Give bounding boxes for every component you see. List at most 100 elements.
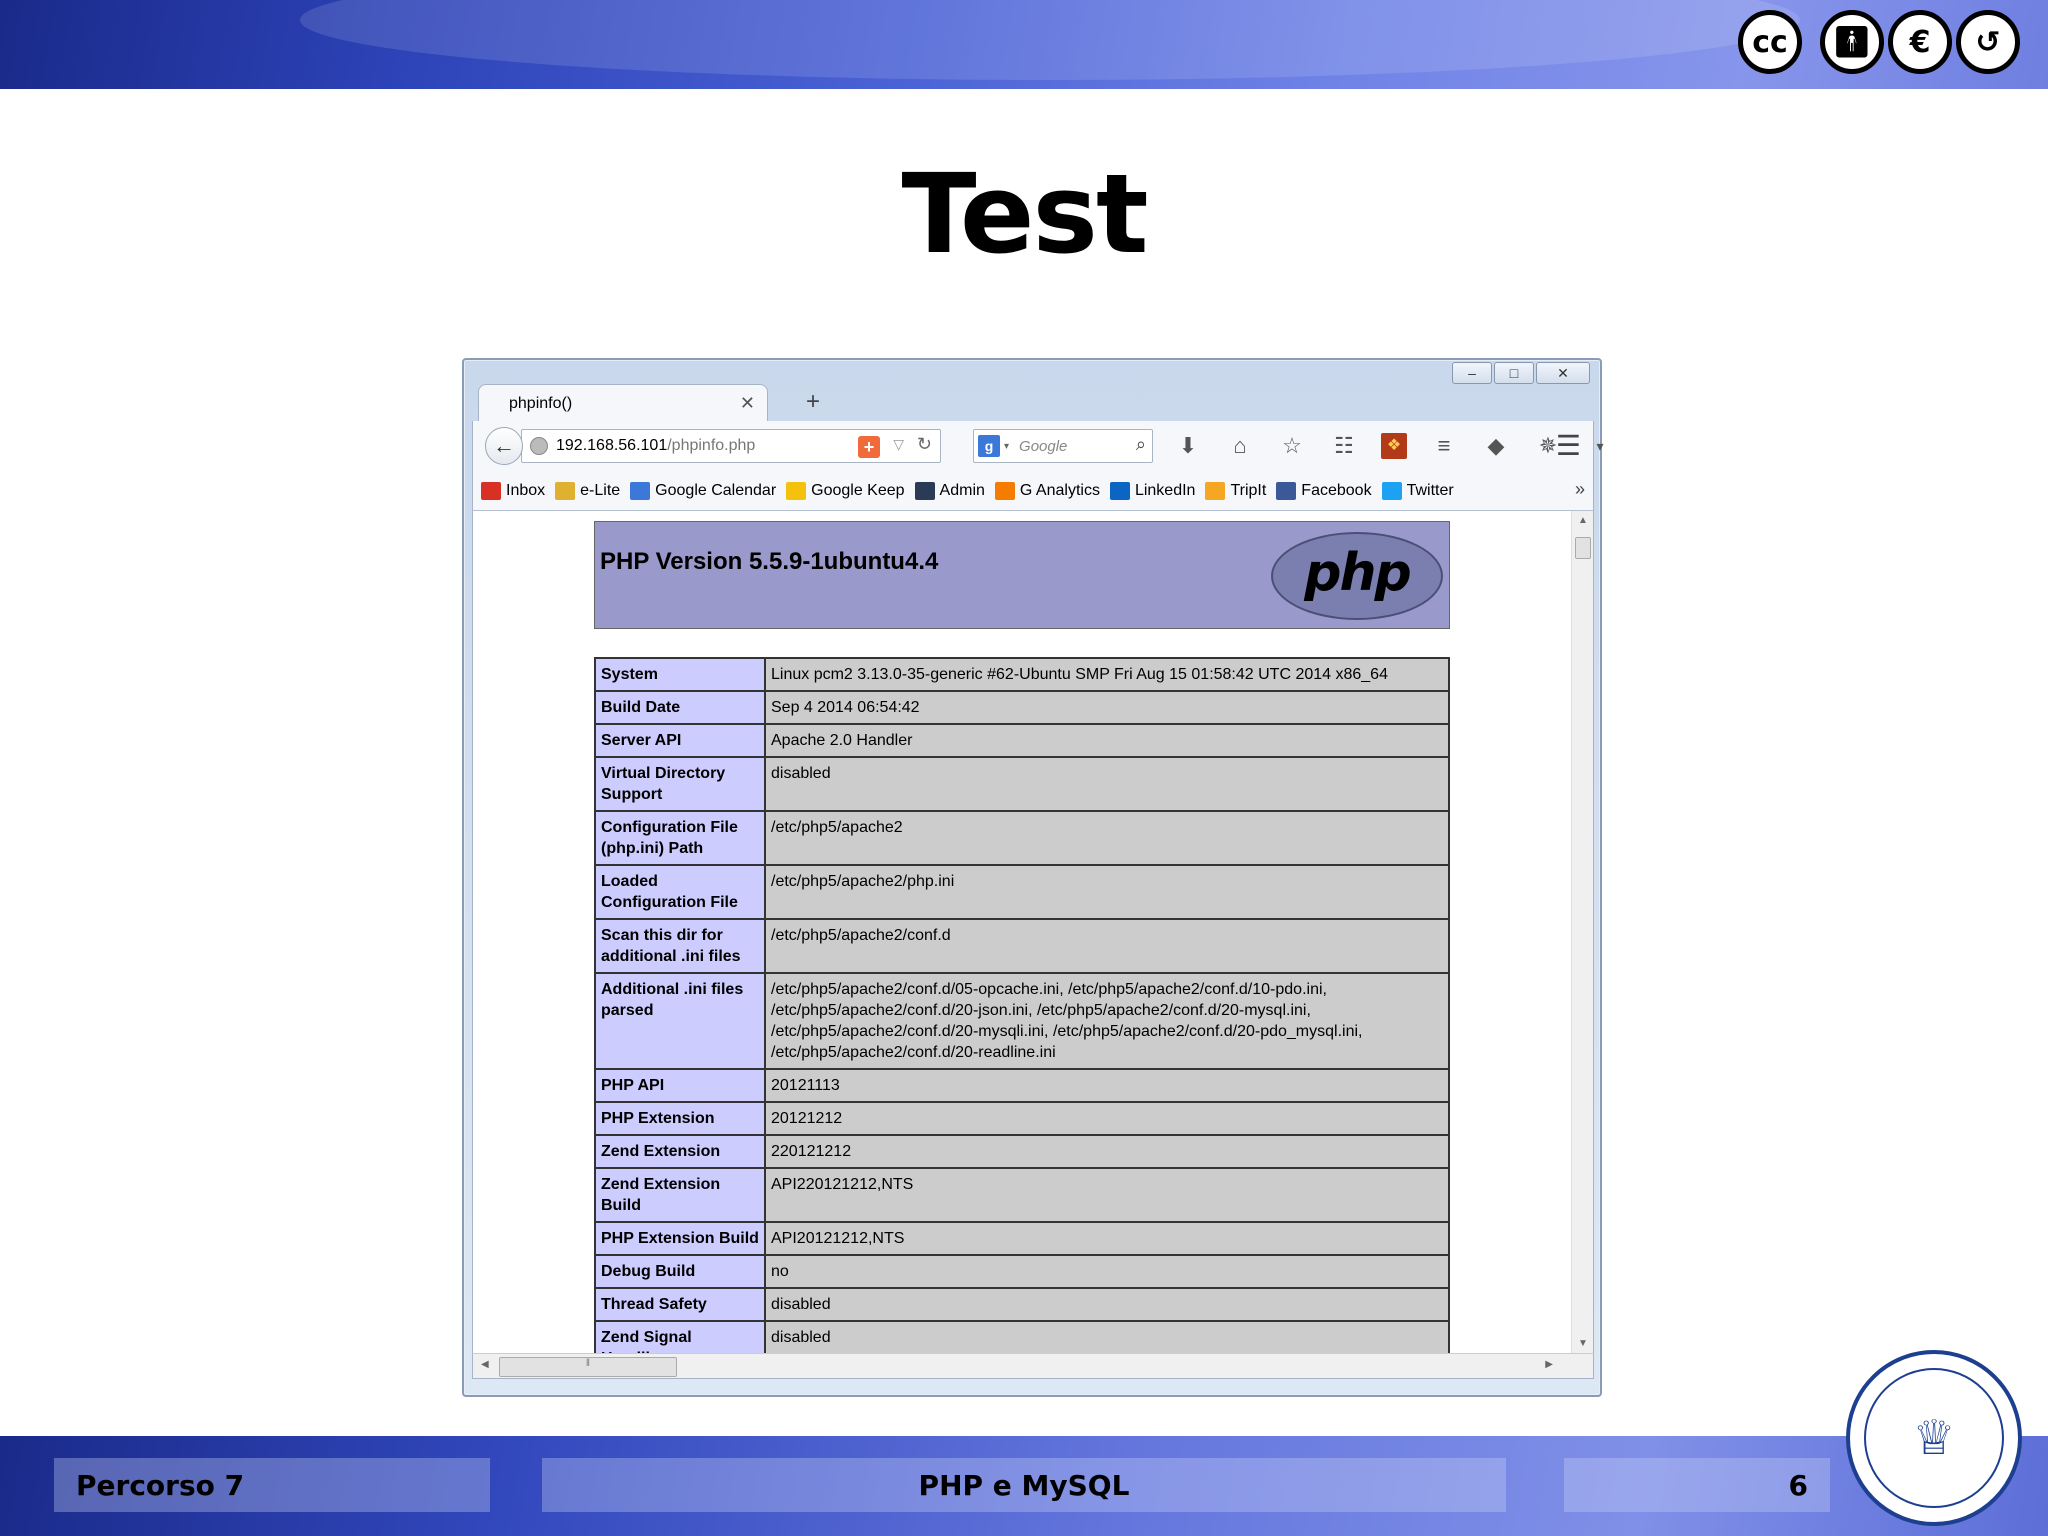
reload-icon[interactable]: ↻ <box>917 434 932 455</box>
addon-plus-icon[interactable]: + <box>858 436 880 458</box>
row-key: Zend Extension Build <box>594 1167 766 1223</box>
row-key: Additional .ini files parsed <box>594 972 766 1070</box>
page-content: PHP Version 5.5.9-1ubuntu4.4 php System L… <box>472 511 1594 1353</box>
maximize-button[interactable]: □ <box>1494 362 1534 384</box>
footer-title: PHP e MySQL <box>542 1458 1506 1512</box>
bookmark-label: e-Lite <box>580 481 621 499</box>
row-key: Virtual Directory Support <box>594 756 766 812</box>
table-row: Zend Extension 220121212 <box>594 1134 1450 1169</box>
phpinfo-header: PHP Version 5.5.9-1ubuntu4.4 php <box>594 521 1450 629</box>
table-row: Scan this dir for additional .ini files /… <box>594 918 1450 974</box>
bookmark-item[interactable]: e-Lite <box>555 481 621 500</box>
vertical-scrollbar[interactable]: ▲ ▼ <box>1571 511 1593 1353</box>
table-row: Additional .ini files parsed/etc/php5/ap… <box>594 972 1450 1070</box>
bookmark-label: Google Calendar <box>655 481 777 499</box>
university-seal-icon: ♕ <box>1846 1350 2022 1526</box>
search-icon[interactable]: ⌕ <box>1136 434 1146 455</box>
home-icon[interactable]: ⌂ <box>1225 431 1255 461</box>
row-value: 20121113 <box>764 1068 1450 1103</box>
bookmarks-overflow-icon[interactable]: » <box>1575 479 1585 500</box>
facebook-icon <box>1276 481 1297 500</box>
row-key: Configuration File (php.ini) Path <box>594 810 766 866</box>
chevron-down-icon[interactable]: ▽ <box>893 436 904 453</box>
table-row: Debug Build no <box>594 1254 1450 1289</box>
row-value: /etc/php5/apache2/php.ini <box>764 864 1450 920</box>
table-row: Build Date Sep 4 2014 06:54:42 <box>594 690 1450 725</box>
row-key: PHP API <box>594 1068 766 1103</box>
bookmark-item[interactable]: Google Keep <box>786 481 905 500</box>
scroll-down-icon[interactable]: ▼ <box>1578 1338 1588 1349</box>
tab-phpinfo[interactable]: phpinfo() ✕ <box>478 384 768 422</box>
bookmark-label: Inbox <box>506 481 546 499</box>
attribution-icon: 🚹︎ <box>1820 10 1884 74</box>
footer-course: Percorso 7 <box>54 1458 490 1512</box>
pocket-icon[interactable]: ◆ <box>1481 431 1511 461</box>
php-logo: php <box>1271 532 1443 620</box>
bookmark-label: Facebook <box>1301 481 1372 499</box>
bookmark-item[interactable]: G Analytics <box>994 481 1100 500</box>
url-bar[interactable]: 192.168.56.101/phpinfo.php + ▽ ↻ <box>521 429 941 463</box>
table-row: Loaded Configuration File/etc/php5/apach… <box>594 864 1450 920</box>
bookmark-item[interactable]: Inbox <box>481 481 546 500</box>
bookmark-item[interactable]: LinkedIn <box>1109 481 1196 500</box>
tab-title: phpinfo() <box>509 394 573 412</box>
scroll-right-icon[interactable]: ▶ <box>1545 1359 1553 1370</box>
analytics-icon <box>994 481 1015 500</box>
row-value: Linux pcm2 3.13.0-35-generic #62-Ubuntu … <box>764 657 1450 692</box>
bookmark-item[interactable]: Google Calendar <box>630 481 777 500</box>
table-row: Server API Apache 2.0 Handler <box>594 723 1450 758</box>
search-input[interactable]: g ▾ Google ⌕ <box>973 429 1153 463</box>
bookmark-item[interactable]: Twitter <box>1381 481 1454 500</box>
layers-icon[interactable]: ≡ <box>1429 431 1459 461</box>
table-row: PHP Extension Build API20121212,NTS <box>594 1221 1450 1256</box>
extension-icon[interactable]: ❖ <box>1381 433 1407 459</box>
bookmark-item[interactable]: Admin <box>914 481 985 500</box>
row-key: System <box>594 657 766 692</box>
bookmark-item[interactable]: Facebook <box>1276 481 1372 500</box>
table-row: Configuration File (php.ini) Path/etc/ph… <box>594 810 1450 866</box>
slide-number: 6 <box>1564 1458 1830 1512</box>
scroll-left-icon[interactable]: ◀ <box>481 1359 489 1370</box>
search-placeholder: Google <box>1019 437 1068 455</box>
window-controls: – □ ✕ <box>1452 362 1590 384</box>
google-search-icon: g <box>978 435 1000 457</box>
scroll-thumb[interactable] <box>1575 537 1591 559</box>
horizontal-scrollbar[interactable]: ◀ ‖ ▶ <box>472 1353 1594 1379</box>
bookmark-label: G Analytics <box>1019 481 1100 499</box>
close-icon[interactable]: ✕ <box>740 393 755 414</box>
phpinfo-table: System Linux pcm2 3.13.0-35-generic #62-U… <box>594 657 1450 1353</box>
scroll-up-icon[interactable]: ▲ <box>1578 515 1588 526</box>
bookmark-label: LinkedIn <box>1134 481 1196 499</box>
row-value: 220121212 <box>764 1134 1450 1169</box>
slide-footer-band: Percorso 7 PHP e MySQL 6 <box>0 1436 2048 1536</box>
row-value: /etc/php5/apache2/conf.d/05-opcache.ini,… <box>764 972 1450 1070</box>
bookmark-star-icon[interactable]: ☆ <box>1277 431 1307 461</box>
back-button[interactable]: ← <box>485 427 523 465</box>
bookmark-item[interactable]: TripIt <box>1205 481 1267 500</box>
browser-window: – □ ✕ phpinfo() ✕ + 192.168.56.101/phpin… <box>462 358 1604 1397</box>
table-row: PHP API 20121113 <box>594 1068 1450 1103</box>
new-tab-button[interactable]: + <box>806 388 820 416</box>
chevron-down-icon[interactable]: ▾ <box>1004 441 1009 452</box>
download-icon[interactable]: ⬇ <box>1173 431 1203 461</box>
row-value: disabled <box>764 756 1450 812</box>
scroll-thumb[interactable]: ‖ <box>499 1357 677 1377</box>
row-value: Sep 4 2014 06:54:42 <box>764 690 1450 725</box>
chevron-down-icon[interactable]: ▾ <box>1585 431 1615 461</box>
bookmark-label: Twitter <box>1406 481 1454 499</box>
slide-title: Test <box>901 150 1148 278</box>
minimize-button[interactable]: – <box>1452 362 1492 384</box>
hamburger-menu-icon[interactable]: ☰ <box>1556 429 1581 462</box>
row-key: Thread Safety <box>594 1287 766 1322</box>
close-window-button[interactable]: ✕ <box>1536 362 1590 384</box>
bookmark-label: TripIt <box>1230 481 1267 499</box>
linkedin-icon <box>1109 481 1130 500</box>
table-row: Thread Safety disabled <box>594 1287 1450 1322</box>
row-value: API20121212,NTS <box>764 1221 1450 1256</box>
sharealike-icon: ↺ <box>1956 10 2020 74</box>
row-key: Zend Extension <box>594 1134 766 1169</box>
row-value: Apache 2.0 Handler <box>764 723 1450 758</box>
reading-list-icon[interactable]: ☷ <box>1329 431 1359 461</box>
table-row: Virtual Directory Support disabled <box>594 756 1450 812</box>
row-value: 20121212 <box>764 1101 1450 1136</box>
